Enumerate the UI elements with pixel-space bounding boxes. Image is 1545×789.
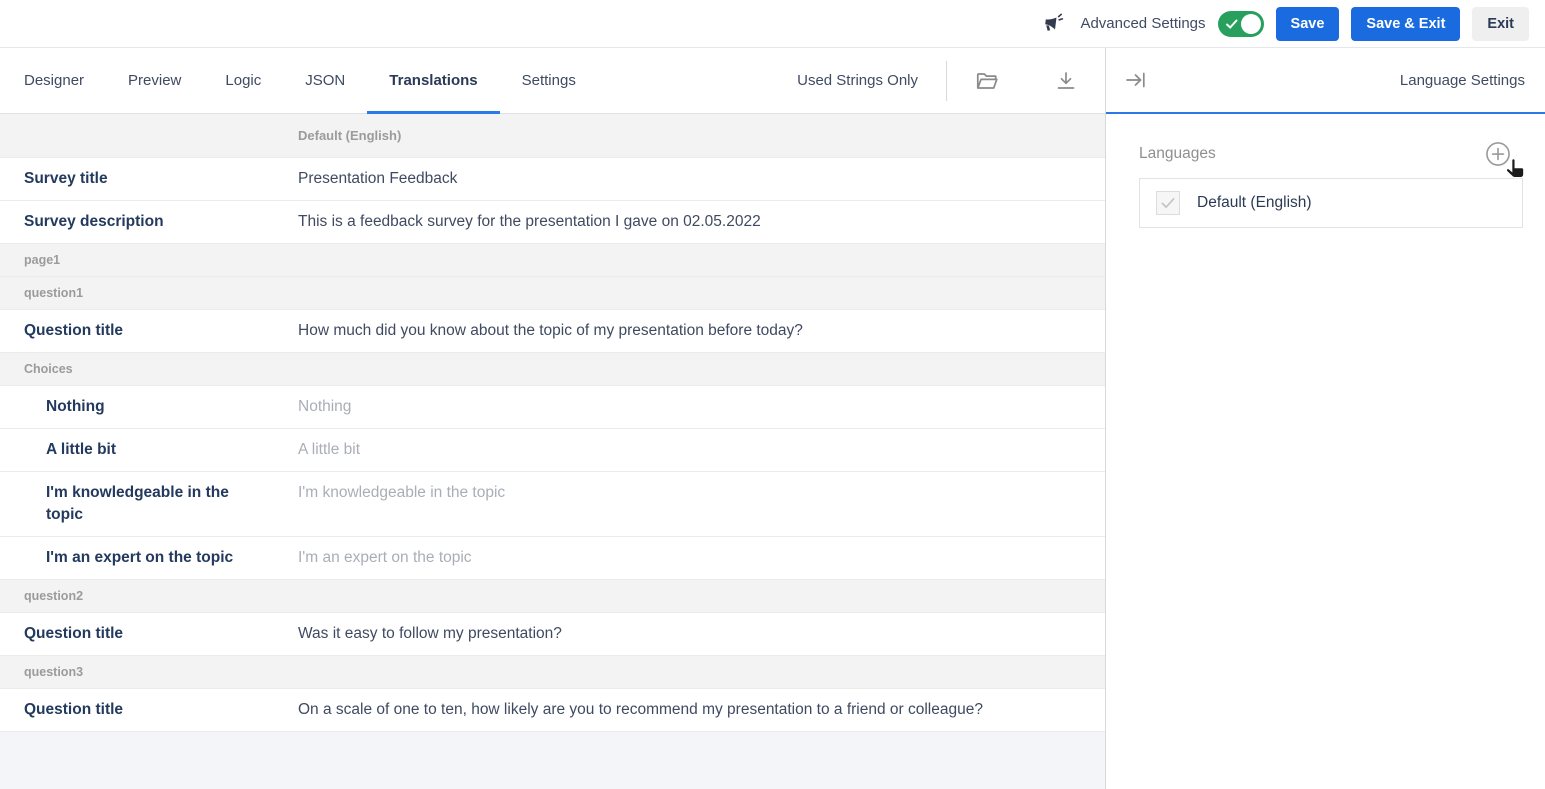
- import-translation-button[interactable]: [947, 68, 1027, 94]
- column-header-label: Default (English): [298, 125, 1105, 147]
- language-list-item: Default (English): [1140, 179, 1522, 227]
- translation-value-field[interactable]: I'm an expert on the topic: [298, 537, 1105, 579]
- download-icon: [1054, 69, 1078, 93]
- open-folder-icon: [974, 68, 1000, 94]
- language-checkbox[interactable]: [1156, 191, 1180, 215]
- collapse-panel-button[interactable]: [1124, 68, 1148, 92]
- tab-json[interactable]: JSON: [283, 48, 367, 113]
- tab-bar: DesignerPreviewLogicJSONTranslationsSett…: [0, 48, 1105, 114]
- string-name-label: Survey description: [0, 201, 298, 243]
- translation-value-field[interactable]: Presentation Feedback: [298, 158, 1105, 200]
- language-label: Default (English): [1197, 194, 1312, 212]
- string-name-label: Question title: [0, 613, 298, 655]
- plus-circle-icon: [1485, 141, 1511, 167]
- add-language-button[interactable]: [1485, 141, 1511, 167]
- exit-button[interactable]: Exit: [1472, 7, 1529, 41]
- translation-row: I'm an expert on the topicI'm an expert …: [0, 537, 1105, 580]
- section-row-page1: page1: [0, 244, 1105, 277]
- content-filler: [0, 732, 1105, 789]
- tab-controls: Used Strings Only: [797, 48, 1105, 113]
- translations-table: Default (English)Survey titlePresentatio…: [0, 114, 1105, 732]
- collapse-panel-icon: [1124, 68, 1148, 92]
- string-name-label: I'm knowledgeable in the topic: [0, 472, 298, 536]
- column-header-spacer: [0, 126, 298, 146]
- used-strings-only-button[interactable]: Used Strings Only: [797, 72, 918, 89]
- string-name-label: Question title: [0, 310, 298, 352]
- panel-header: Language Settings: [1106, 48, 1545, 114]
- section-row-question1: question1: [0, 277, 1105, 310]
- string-name-label: Survey title: [0, 158, 298, 200]
- creator-content: DesignerPreviewLogicJSONTranslationsSett…: [0, 48, 1106, 789]
- string-name-label: A little bit: [0, 429, 298, 471]
- save-and-exit-button[interactable]: Save & Exit: [1351, 7, 1460, 41]
- translation-row: Survey descriptionThis is a feedback sur…: [0, 201, 1105, 244]
- check-icon: [1159, 194, 1177, 212]
- panel-body: Languages Default (English): [1106, 114, 1545, 228]
- main-area: DesignerPreviewLogicJSONTranslationsSett…: [0, 48, 1545, 789]
- translation-value-field[interactable]: A little bit: [298, 429, 1105, 471]
- translation-value-field[interactable]: On a scale of one to ten, how likely are…: [298, 689, 1105, 731]
- check-icon: [1224, 16, 1240, 37]
- translation-row: A little bitA little bit: [0, 429, 1105, 472]
- language-settings-panel: Language Settings Languages Default (Eng…: [1106, 48, 1545, 789]
- section-row-question2: question2: [0, 580, 1105, 613]
- translation-row: NothingNothing: [0, 386, 1105, 429]
- advanced-settings-label: Advanced Settings: [1080, 15, 1205, 32]
- save-button[interactable]: Save: [1276, 7, 1340, 41]
- advanced-settings-toggle[interactable]: [1218, 11, 1264, 37]
- tab-preview[interactable]: Preview: [106, 48, 203, 113]
- section-row-choices: Choices: [0, 353, 1105, 386]
- export-translation-button[interactable]: [1027, 69, 1105, 93]
- table-column-header-row: Default (English): [0, 114, 1105, 158]
- string-name-label: I'm an expert on the topic: [0, 537, 298, 579]
- translation-row: Question titleWas it easy to follow my p…: [0, 613, 1105, 656]
- translation-row: Question titleHow much did you know abou…: [0, 310, 1105, 353]
- section-row-question3: question3: [0, 656, 1105, 689]
- tab-translations[interactable]: Translations: [367, 48, 499, 113]
- megaphone-icon: [1040, 12, 1064, 36]
- languages-label: Languages: [1139, 145, 1216, 163]
- string-name-label: Nothing: [0, 386, 298, 428]
- tab-settings[interactable]: Settings: [500, 48, 598, 113]
- translation-row: I'm knowledgeable in the topicI'm knowle…: [0, 472, 1105, 537]
- translation-row: Survey titlePresentation Feedback: [0, 158, 1105, 201]
- toggle-knob: [1241, 14, 1261, 34]
- languages-list: Default (English): [1139, 178, 1523, 228]
- tab-designer[interactable]: Designer: [2, 48, 106, 113]
- tabs: DesignerPreviewLogicJSONTranslationsSett…: [0, 48, 598, 113]
- languages-header: Languages: [1139, 141, 1523, 167]
- translation-value-field[interactable]: Was it easy to follow my presentation?: [298, 613, 1105, 655]
- translation-value-field[interactable]: I'm knowledgeable in the topic: [298, 472, 1105, 536]
- tab-logic[interactable]: Logic: [203, 48, 283, 113]
- translation-row: Question titleOn a scale of one to ten, …: [0, 689, 1105, 732]
- topbar: Advanced Settings Save Save & Exit Exit: [0, 0, 1545, 48]
- translation-value-field[interactable]: This is a feedback survey for the presen…: [298, 201, 1105, 243]
- string-name-label: Question title: [0, 689, 298, 731]
- panel-title: Language Settings: [1400, 72, 1525, 89]
- translation-value-field[interactable]: How much did you know about the topic of…: [298, 310, 1105, 352]
- translation-value-field[interactable]: Nothing: [298, 386, 1105, 428]
